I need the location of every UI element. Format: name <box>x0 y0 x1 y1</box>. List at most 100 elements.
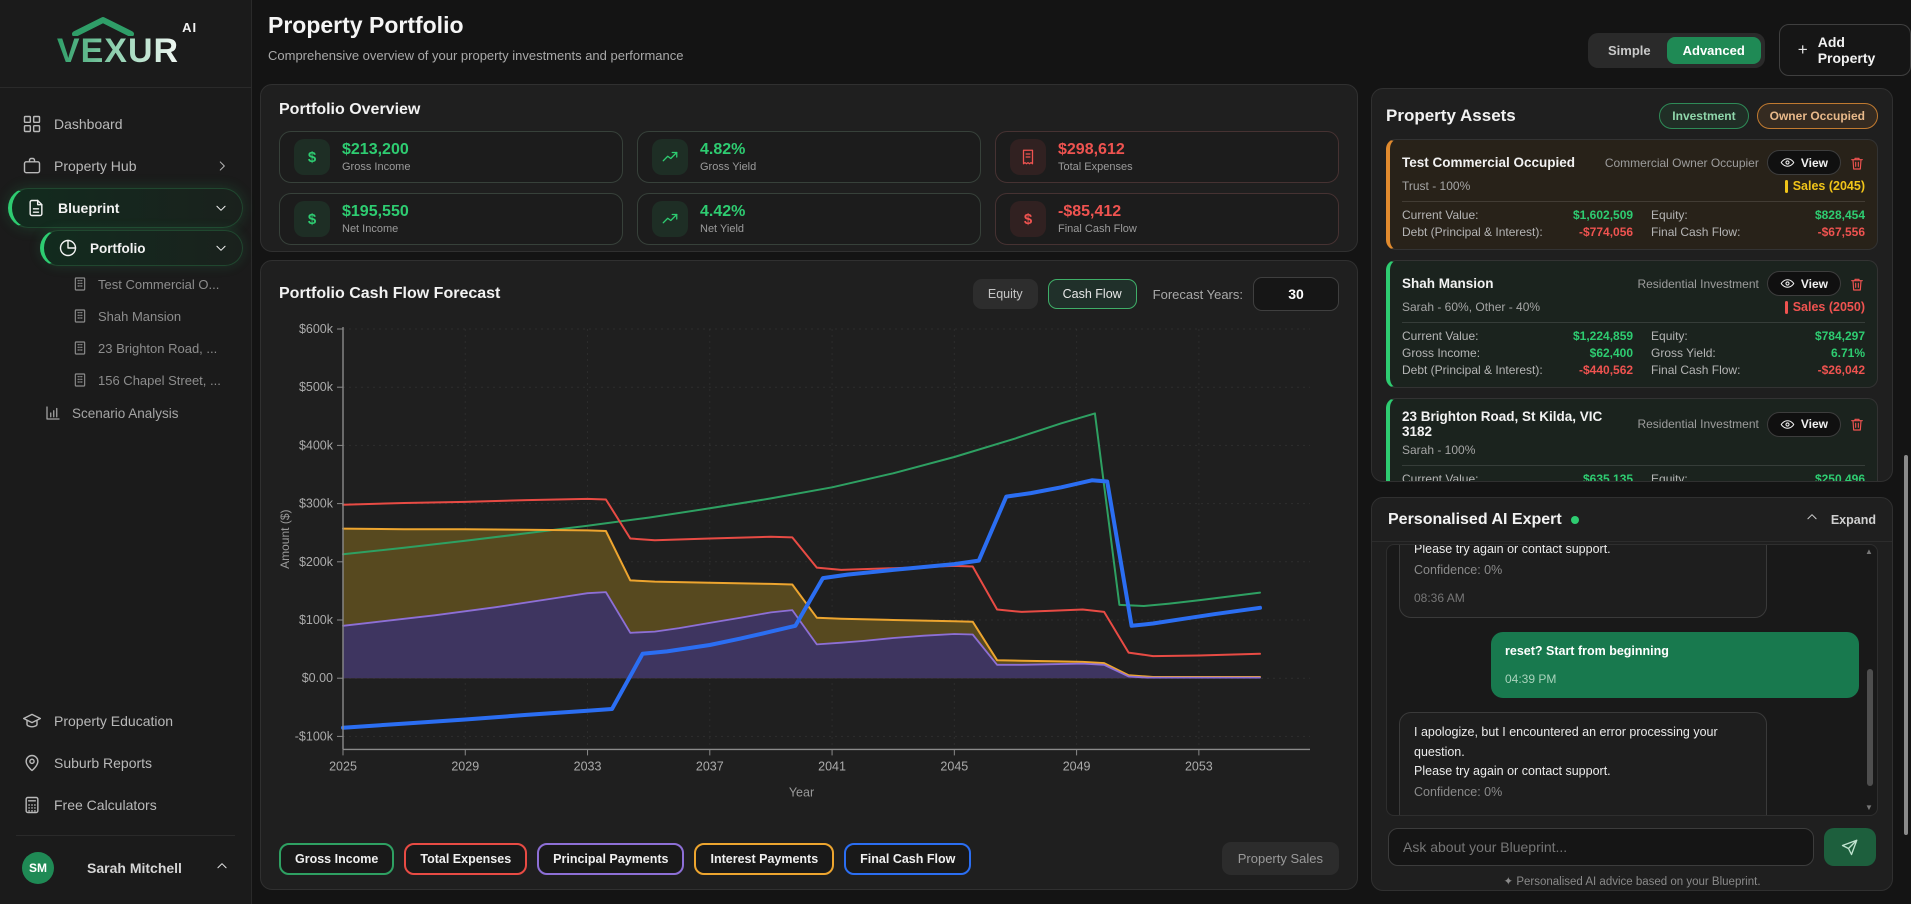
svg-text:$300k: $300k <box>299 497 334 511</box>
stat-value: $213,200 <box>342 141 410 159</box>
chat-scrollbar[interactable]: ▲ ▼ <box>1864 547 1874 813</box>
delete-property-button[interactable] <box>1849 276 1865 292</box>
legend-toggle-gross-income[interactable]: Gross Income <box>279 843 394 875</box>
property-stat: Equity:$250,496 <box>1651 472 1865 482</box>
delete-property-button[interactable] <box>1849 155 1865 171</box>
collapse-chevron-icon[interactable] <box>1805 510 1819 529</box>
sidebar-item-scenario-analysis[interactable]: Scenario Analysis <box>44 396 243 430</box>
stat-label: Net Income <box>342 223 409 235</box>
legend-toggle-final-cash-flow[interactable]: Final Cash Flow <box>844 843 971 875</box>
stat-label: Gross Yield: <box>1651 346 1716 360</box>
stat-value: $195,550 <box>342 203 409 221</box>
stat-label: Net Yield <box>700 223 745 235</box>
mode-simple-button[interactable]: Simple <box>1592 37 1667 64</box>
stat-value: -$85,412 <box>1058 203 1137 221</box>
svg-text:-$100k: -$100k <box>295 729 334 743</box>
expand-button[interactable]: Expand <box>1831 513 1876 527</box>
dollar-icon: $ <box>1010 201 1046 237</box>
sidebar-item-dashboard[interactable]: Dashboard <box>8 104 243 144</box>
property-stat: Equity:$828,454 <box>1651 208 1865 222</box>
chevron-right <box>215 159 229 173</box>
scroll-down-arrow[interactable]: ▼ <box>1864 803 1874 813</box>
sale-label: Sales (2050) <box>1793 300 1865 314</box>
view-property-button[interactable]: View <box>1767 412 1841 437</box>
stat-value: 4.82% <box>700 141 756 159</box>
mode-advanced-button[interactable]: Advanced <box>1667 37 1761 64</box>
view-label: View <box>1801 277 1828 291</box>
svg-text:$500k: $500k <box>299 380 334 394</box>
sale-year-tag: Sales (2050) <box>1785 300 1865 314</box>
user-menu[interactable]: SM Sarah Mitchell <box>8 846 243 890</box>
sidebar-item-property-education[interactable]: Property Education <box>8 701 243 741</box>
property-stat: Gross Income:$62,400 <box>1402 346 1633 360</box>
message-text: I apologize, but I encountered an error … <box>1414 723 1752 762</box>
dollar-icon: $ <box>294 139 330 175</box>
sidebar: VEXURAI Dashboard Property Hub BlueprintPo… <box>0 0 252 904</box>
trend-up-icon <box>652 139 688 175</box>
building-icon <box>72 308 88 324</box>
assets-list: Test Commercial OccupiedCommercial Owner… <box>1386 139 1878 482</box>
add-property-label: Add Property <box>1818 34 1892 66</box>
property-card: Test Commercial OccupiedCommercial Owner… <box>1386 139 1878 250</box>
property-stat: Debt (Principal & Interest):-$440,562 <box>1402 363 1633 377</box>
property-sales-button[interactable]: Property Sales <box>1222 842 1339 875</box>
stat-value: $635,135 <box>1583 472 1633 482</box>
stat-value: $250,496 <box>1815 472 1865 482</box>
trend-up-icon <box>652 201 688 237</box>
stat-card-gross-income: $$213,200Gross Income <box>279 131 623 183</box>
ai-chat-input[interactable] <box>1388 828 1814 866</box>
ai-expert-panel: Personalised AI Expert Expand Please try… <box>1371 497 1893 891</box>
legend-toggle-principal-payments[interactable]: Principal Payments <box>537 843 684 875</box>
add-property-button[interactable]: + Add Property <box>1779 24 1911 76</box>
stat-label: Gross Income: <box>1402 346 1480 360</box>
property-ownership: Sarah - 100% <box>1402 443 1475 457</box>
svg-text:2041: 2041 <box>818 759 846 773</box>
property-ownership: Trust - 100% <box>1402 179 1470 193</box>
property-stat: Final Cash Flow:-$67,556 <box>1651 225 1865 239</box>
page-scrollbar-thumb[interactable] <box>1904 455 1908 835</box>
dashboard-icon <box>22 114 42 134</box>
stat-card-net-yield: 4.42%Net Yield <box>637 193 981 245</box>
scroll-up-arrow[interactable]: ▲ <box>1864 547 1874 557</box>
sidebar-item-blueprint[interactable]: Blueprint <box>8 188 243 228</box>
delete-property-button[interactable] <box>1849 416 1865 432</box>
sidebar-item-label: Suburb Reports <box>54 755 152 771</box>
card-divider <box>1402 201 1865 202</box>
legend-toggle-interest-payments[interactable]: Interest Payments <box>694 843 834 875</box>
sidebar-item-23-brighton-road[interactable]: 23 Brighton Road, ... <box>72 332 243 364</box>
page-title: Property Portfolio <box>268 12 464 39</box>
sidebar-item-portfolio[interactable]: Portfolio <box>40 230 243 266</box>
send-button[interactable] <box>1824 828 1876 866</box>
eye-icon <box>1780 276 1795 291</box>
svg-text:2049: 2049 <box>1063 759 1091 773</box>
legend-toggle-total-expenses[interactable]: Total Expenses <box>404 843 527 875</box>
filter-badge-investment[interactable]: Investment <box>1659 103 1748 129</box>
property-stats: Current Value:$635,135Equity:$250,496 <box>1402 472 1865 482</box>
chat-scrollbar-thumb[interactable] <box>1867 669 1873 786</box>
sidebar-item-test-commercial-o[interactable]: Test Commercial O... <box>72 268 243 300</box>
chevron-down <box>214 241 228 255</box>
view-property-button[interactable]: View <box>1767 150 1841 175</box>
equity-toggle-button[interactable]: Equity <box>973 279 1038 309</box>
ai-message: Please try again or contact support.Conf… <box>1399 544 1767 618</box>
sidebar-item-free-calculators[interactable]: Free Calculators <box>8 785 243 825</box>
svg-text:Year: Year <box>789 785 814 799</box>
user-message: reset? Start from beginning04:39 PM <box>1491 632 1859 698</box>
sidebar-item-156-chapel-street[interactable]: 156 Chapel Street, ... <box>72 364 243 396</box>
sidebar-item-suburb-reports[interactable]: Suburb Reports <box>8 743 243 783</box>
view-property-button[interactable]: View <box>1767 271 1841 296</box>
sidebar-item-shah-mansion[interactable]: Shah Mansion <box>72 300 243 332</box>
stat-label: Gross Yield <box>700 161 756 173</box>
forecast-years-input[interactable] <box>1253 277 1339 311</box>
vexur-logo: VEXURAI <box>0 0 251 88</box>
sidebar-item-label: Property Hub <box>54 158 136 174</box>
ai-footer-note: ✦ Personalised AI advice based on your B… <box>1372 874 1892 888</box>
filter-badge-owner-occupied[interactable]: Owner Occupied <box>1757 103 1878 129</box>
stat-label: Total Expenses <box>1058 161 1133 173</box>
chart-legend: Gross Income Total Expenses Principal Paym… <box>279 842 1339 875</box>
avatar: SM <box>22 852 54 884</box>
sale-label: Sales (2045) <box>1793 179 1865 193</box>
cashflow-toggle-button[interactable]: Cash Flow <box>1048 279 1137 309</box>
sidebar-item-property-hub[interactable]: Property Hub <box>8 146 243 186</box>
portfolio-overview-panel: Portfolio Overview $$213,200Gross Income… <box>260 84 1358 252</box>
